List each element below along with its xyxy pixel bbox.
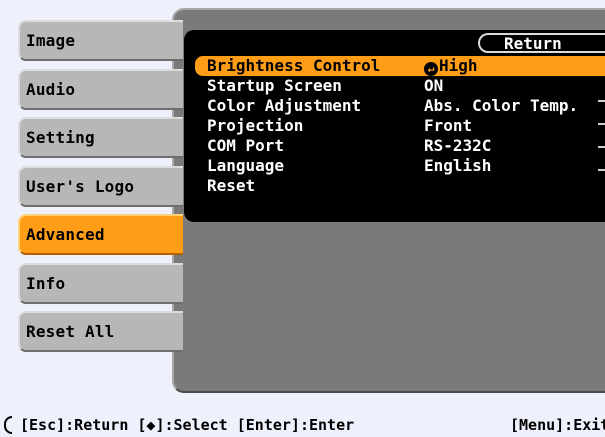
scroll-tick <box>598 146 605 148</box>
scroll-tick <box>598 169 605 171</box>
setting-label: Brightness Control <box>207 56 381 75</box>
setting-row-com-port[interactable]: COM Port RS-232C <box>195 136 605 156</box>
tab-label: Info <box>26 274 66 293</box>
setting-value[interactable]: ↵ High <box>424 56 478 76</box>
setting-value: ON <box>424 76 444 95</box>
setting-row-brightness-control[interactable]: Brightness Control ↵ High <box>195 56 605 76</box>
key-help-text: [Esc]:Return [◆]:Select [Enter]:Enter <box>20 416 355 434</box>
tab-label: Reset All <box>26 322 115 341</box>
setting-value: Front <box>424 116 473 135</box>
footer-bracket <box>4 416 12 434</box>
setting-value: Abs. Color Temp. <box>424 96 579 115</box>
setting-row-projection[interactable]: Projection Front <box>195 116 605 136</box>
return-button[interactable]: Return <box>478 33 605 53</box>
setting-label: Projection <box>207 116 304 135</box>
setting-row-color-adjustment[interactable]: Color Adjustment Abs. Color Temp. <box>195 96 605 116</box>
tab-label: Audio <box>26 80 76 99</box>
scroll-indicator <box>598 100 605 192</box>
setting-label: Startup Screen <box>207 76 342 95</box>
scroll-tick <box>598 100 605 102</box>
tab-audio[interactable]: Audio <box>18 69 183 110</box>
exit-help-text: [Menu]:Exit <box>510 416 605 434</box>
tab-setting[interactable]: Setting <box>18 117 183 158</box>
scroll-tick <box>598 123 605 125</box>
setting-value: RS-232C <box>424 136 492 155</box>
setting-row-language[interactable]: Language English <box>195 156 605 176</box>
enter-arrow-icon: ↵ <box>424 62 438 76</box>
tab-label: User's Logo <box>26 177 135 196</box>
return-label: Return <box>504 33 562 53</box>
tab-users-logo[interactable]: User's Logo <box>18 166 183 207</box>
tab-label: Image <box>26 31 76 50</box>
setting-label: COM Port <box>207 136 285 155</box>
tab-advanced[interactable]: Advanced <box>18 214 183 255</box>
setting-label: Color Adjustment <box>207 96 362 115</box>
key-help-footer: [Esc]:Return [◆]:Select [Enter]:Enter [M… <box>0 414 605 437</box>
tab-label: Advanced <box>26 225 105 244</box>
setting-row-reset[interactable]: Reset <box>195 176 605 196</box>
setting-label: Reset <box>207 176 256 195</box>
projector-menu-screen: Image Audio Setting User's Logo Advanced… <box>0 0 605 437</box>
tab-label: Setting <box>26 128 95 147</box>
setting-label: Language <box>207 156 285 175</box>
setting-value-text: High <box>439 56 478 75</box>
setting-value: English <box>424 156 492 175</box>
setting-row-startup-screen[interactable]: Startup Screen ON <box>195 76 605 96</box>
tab-info[interactable]: Info <box>18 263 183 304</box>
tab-reset-all[interactable]: Reset All <box>18 311 183 352</box>
tab-image[interactable]: Image <box>18 20 183 61</box>
